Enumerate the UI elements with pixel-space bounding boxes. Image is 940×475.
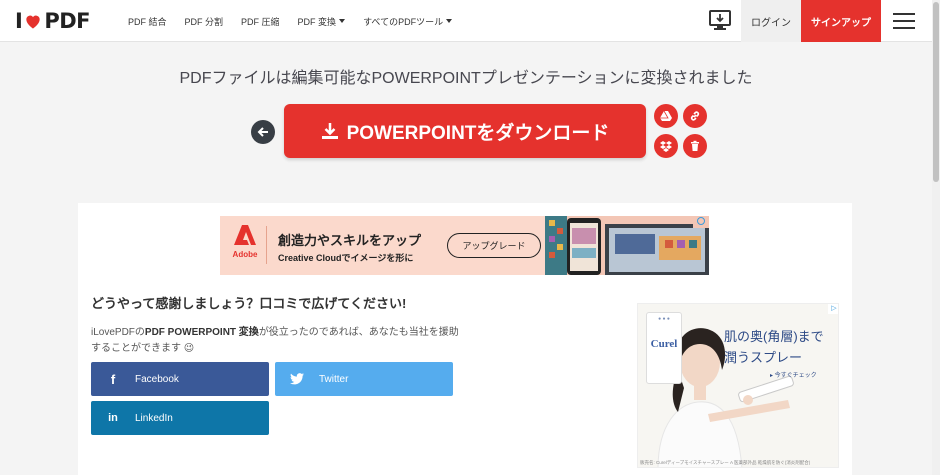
heart-icon (26, 15, 40, 29)
curel-product: ● ● ● Curel (646, 312, 682, 384)
google-drive-button[interactable] (654, 104, 678, 128)
copy-link-button[interactable] (683, 104, 707, 128)
caret-down-icon (446, 19, 453, 23)
logo-text-pdf: PDF (44, 9, 90, 33)
download-label: POWERPOINTをダウンロード (346, 122, 610, 144)
link-icon (690, 111, 700, 121)
ad-subline: Creative Cloudでイメージを形に (278, 253, 414, 263)
side-ad-footer: 販売名: Curelディープモイスチャースプレー A 医薬部外品 乾燥肌を防ぐ(… (640, 460, 811, 465)
adobe-logo-icon (234, 225, 256, 245)
nav-merge-pdf[interactable]: PDF 結合 (128, 15, 167, 28)
ad-upgrade-button[interactable]: アップグレード (447, 233, 541, 258)
share-description: iLovePDFのPDF POWERPOINT 変換が役立ったのであれば、あなた… (91, 327, 459, 354)
download-icon (321, 123, 338, 139)
side-ad-headline: 肌の奥(角層)まで潤うスプレー (724, 329, 824, 365)
page-scrollbar[interactable] (932, 0, 940, 475)
adobe-logo: Adobe (230, 224, 260, 268)
logo-text-i: I (15, 9, 23, 33)
signup-button[interactable]: サインアップ (801, 0, 881, 42)
scrollbar-thumb[interactable] (933, 2, 939, 182)
side-ad-cta[interactable]: ▸ 今すぐチェック (770, 370, 817, 379)
adobe-ad-banner[interactable]: Adobe 創造力やスキルをアップ Creative Cloudでイメージを形に… (220, 216, 709, 275)
nav-convert-pdf[interactable]: PDF 変換 (298, 15, 346, 28)
nav-compress-pdf[interactable]: PDF 圧縮 (241, 15, 280, 28)
share-title: どうやって感謝しましょう？口コミで広げてください! (91, 296, 407, 311)
linkedin-share-button[interactable]: in LinkedIn (91, 401, 269, 435)
desktop-app-button[interactable] (700, 0, 740, 42)
dropbox-icon (660, 141, 672, 152)
top-header: I PDF PDF 結合 PDF 分割 PDF 圧縮 PDF 変換 すべてのPD… (0, 0, 932, 42)
curel-side-ad[interactable]: ● ● ● Curel 肌の奥(角層)まで潤うスプレー ▸ 今すぐチェック 販売… (637, 303, 839, 468)
facebook-share-button[interactable]: f Facebook (91, 362, 269, 396)
login-button[interactable]: ログイン (741, 0, 801, 42)
nav-split-pdf[interactable]: PDF 分割 (185, 15, 224, 28)
google-drive-icon (660, 110, 672, 121)
desktop-download-icon (709, 10, 731, 30)
dropbox-button[interactable] (654, 134, 678, 158)
ad-product-image (545, 216, 709, 275)
facebook-icon: f (110, 371, 116, 387)
ad-divider (266, 226, 267, 264)
twitter-icon (275, 373, 319, 385)
nav-all-pdf-tools[interactable]: すべてのPDFツール (363, 15, 453, 28)
ad-choices-icon[interactable]: ▷ (828, 304, 838, 314)
back-button[interactable] (251, 120, 275, 144)
linkedin-icon: in (108, 412, 118, 424)
ad-headline: 創造力やスキルをアップ (278, 233, 422, 248)
trash-icon (691, 140, 699, 151)
hamburger-menu-icon[interactable] (893, 13, 915, 29)
page-title: PDFファイルは編集可能なPOWERPOINTプレゼンテーションに変換されました (179, 70, 753, 87)
main-nav: PDF 結合 PDF 分割 PDF 圧縮 PDF 変換 すべてのPDFツール (128, 0, 470, 42)
download-button[interactable]: POWERPOINTをダウンロード (284, 104, 646, 158)
twitter-share-button[interactable]: Twitter (275, 362, 453, 396)
ilovepdf-logo[interactable]: I PDF (15, 9, 90, 33)
caret-down-icon (339, 19, 346, 23)
arrow-left-icon (257, 127, 268, 137)
delete-button[interactable] (683, 134, 707, 158)
